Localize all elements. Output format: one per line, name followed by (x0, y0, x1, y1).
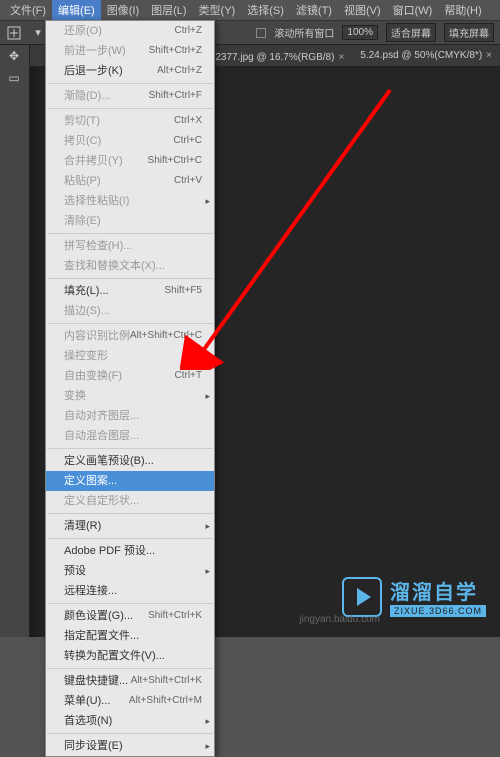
menu-image[interactable]: 图像(I) (101, 0, 145, 20)
menu-file[interactable]: 文件(F) (4, 0, 52, 20)
menu-menus[interactable]: 菜单(U)...Alt+Shift+Ctrl+M (46, 691, 214, 711)
edit-menu-dropdown: 还原(O)Ctrl+Z 前进一步(W)Shift+Ctrl+Z 后退一步(K)A… (45, 20, 215, 757)
menu-auto-align[interactable]: 自动对齐图层... (46, 406, 214, 426)
menu-sync-settings[interactable]: 同步设置(E) (46, 736, 214, 756)
zoom-100[interactable]: 100% (342, 25, 378, 40)
menu-step-forward[interactable]: 前进一步(W)Shift+Ctrl+Z (46, 41, 214, 61)
menu-auto-blend[interactable]: 自动混合图层... (46, 426, 214, 446)
menu-spellcheck[interactable]: 拼写检查(H)... (46, 236, 214, 256)
menu-select[interactable]: 选择(S) (241, 0, 290, 20)
menu-transform[interactable]: 变换 (46, 386, 214, 406)
menu-copy[interactable]: 拷贝(C)Ctrl+C (46, 131, 214, 151)
menu-paste-special[interactable]: 选择性粘贴(I) (46, 191, 214, 211)
tools-panel: ✥ ▭ (0, 45, 30, 637)
menu-pdf-presets[interactable]: Adobe PDF 预设... (46, 541, 214, 561)
menu-step-backward[interactable]: 后退一步(K)Alt+Ctrl+Z (46, 61, 214, 81)
fill-screen[interactable]: 填充屏幕 (444, 23, 494, 42)
menu-type[interactable]: 类型(Y) (193, 0, 242, 20)
watermark: 溜溜自学 ZIXUE.3D66.COM (342, 576, 486, 617)
menu-fade[interactable]: 渐隐(D)...Shift+Ctrl+F (46, 86, 214, 106)
play-icon (342, 577, 382, 617)
source-url: jingyan.baidu.com (299, 614, 380, 625)
close-icon[interactable]: × (486, 50, 492, 61)
menu-edit[interactable]: 编辑(E) (52, 0, 101, 20)
menu-clear[interactable]: 清除(E) (46, 211, 214, 231)
menu-puppet-warp[interactable]: 操控变形 (46, 346, 214, 366)
menu-preferences[interactable]: 首选项(N) (46, 711, 214, 731)
scroll-checkbox[interactable] (256, 28, 266, 38)
tool-icon[interactable] (6, 25, 22, 41)
dropdown-icon[interactable]: ▾ (30, 25, 46, 41)
menu-layer[interactable]: 图层(L) (145, 0, 192, 20)
menu-convert-profile[interactable]: 转换为配置文件(V)... (46, 646, 214, 666)
watermark-url: ZIXUE.3D66.COM (390, 605, 486, 617)
menu-free-transform[interactable]: 自由变换(F)Ctrl+T (46, 366, 214, 386)
menu-undo[interactable]: 还原(O)Ctrl+Z (46, 21, 214, 41)
menu-view[interactable]: 视图(V) (338, 0, 387, 20)
tool-move[interactable]: ✥ (0, 45, 28, 67)
menu-find-replace[interactable]: 查找和替换文本(X)... (46, 256, 214, 276)
tab-3[interactable]: 5.24.psd @ 50%(CMYK/8*)× (352, 48, 500, 63)
menu-copy-merged[interactable]: 合并拷贝(Y)Shift+Ctrl+C (46, 151, 214, 171)
watermark-title: 溜溜自学 (390, 576, 486, 605)
menu-stroke[interactable]: 描边(S)... (46, 301, 214, 321)
menu-fill[interactable]: 填充(L)...Shift+F5 (46, 281, 214, 301)
menu-keyboard-shortcuts[interactable]: 键盘快捷键...Alt+Shift+Ctrl+K (46, 671, 214, 691)
menubar: 文件(F) 编辑(E) 图像(I) 图层(L) 类型(Y) 选择(S) 滤镜(T… (0, 0, 500, 20)
menu-presets[interactable]: 预设 (46, 561, 214, 581)
menu-paste[interactable]: 粘贴(P)Ctrl+V (46, 171, 214, 191)
menu-filter[interactable]: 滤镜(T) (290, 0, 338, 20)
menu-content-aware-scale[interactable]: 内容识别比例Alt+Shift+Ctrl+C (46, 326, 214, 346)
fit-screen[interactable]: 适合屏幕 (386, 23, 436, 42)
scroll-label: 滚动所有窗口 (274, 25, 334, 40)
menu-remote-connect[interactable]: 远程连接... (46, 581, 214, 601)
close-icon[interactable]: × (338, 52, 344, 63)
menu-color-settings[interactable]: 颜色设置(G)...Shift+Ctrl+K (46, 606, 214, 626)
tool-marquee[interactable]: ▭ (0, 67, 28, 89)
menu-purge[interactable]: 清理(R) (46, 516, 214, 536)
menu-cut[interactable]: 剪切(T)Ctrl+X (46, 111, 214, 131)
menu-define-shape[interactable]: 定义自定形状... (46, 491, 214, 511)
menu-define-brush[interactable]: 定义画笔预设(B)... (46, 451, 214, 471)
menu-help[interactable]: 帮助(H) (438, 0, 487, 20)
menu-assign-profile[interactable]: 指定配置文件... (46, 626, 214, 646)
menu-define-pattern[interactable]: 定义图案... (46, 471, 214, 491)
menu-window[interactable]: 窗口(W) (387, 0, 439, 20)
